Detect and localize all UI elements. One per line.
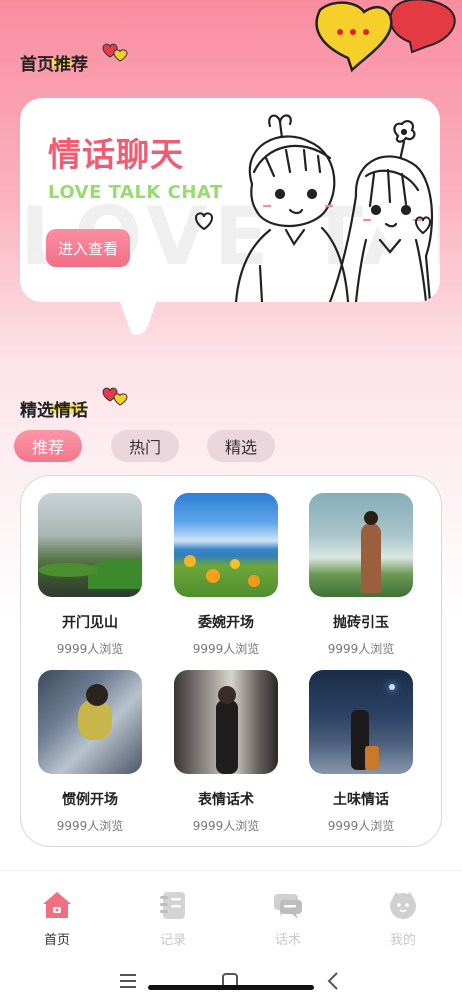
list-item[interactable]: 土味情话 9999人浏览 (306, 670, 416, 834)
content-card: 开门见山 9999人浏览 委婉开场 9999人浏览 抛砖引玉 9999人浏览 惯… (20, 475, 442, 847)
profile-icon (390, 892, 416, 919)
list-item[interactable]: 委婉开场 9999人浏览 (171, 493, 281, 657)
item-views: 9999人浏览 (192, 819, 260, 833)
list-item[interactable]: 开门见山 9999人浏览 (35, 493, 145, 657)
bottom-nav: 首页 记录 话术 我的 (0, 870, 462, 961)
tab-featured[interactable]: 精选 (207, 430, 275, 462)
item-views: 9999人浏览 (56, 642, 124, 656)
item-title: 惯例开场 (62, 792, 118, 808)
system-nav-bar (0, 960, 462, 1000)
nav-home[interactable]: 首页 (27, 889, 87, 948)
nav-chat[interactable]: 话术 (258, 889, 318, 948)
list-item[interactable]: 表情话术 9999人浏览 (171, 670, 281, 834)
item-thumbnail (174, 493, 278, 597)
item-thumbnail (38, 493, 142, 597)
item-views: 9999人浏览 (327, 642, 395, 656)
item-views: 9999人浏览 (192, 642, 260, 656)
mini-hearts-icon (102, 387, 128, 406)
nav-label: 我的 (389, 933, 416, 948)
nav-record[interactable]: 记录 (143, 889, 203, 948)
gesture-bar[interactable] (148, 985, 314, 990)
item-title: 土味情话 (333, 792, 389, 808)
item-title: 表情话术 (198, 792, 254, 808)
small-heart-icon-right (414, 216, 432, 235)
item-title: 委婉开场 (198, 615, 254, 631)
item-title: 抛砖引玉 (333, 615, 389, 631)
tab-hot[interactable]: 热门 (111, 430, 179, 462)
small-heart-icon (194, 212, 214, 231)
nav-label: 首页 (43, 933, 70, 948)
record-icon (160, 892, 185, 919)
banner-subtitle: LOVE TALK CHAT (48, 182, 223, 203)
recent-apps-icon[interactable] (118, 972, 138, 990)
banner-bubble-tail (118, 296, 158, 335)
list-item[interactable]: 惯例开场 9999人浏览 (35, 670, 145, 834)
item-thumbnail (309, 493, 413, 597)
speech-hearts-decoration (315, 0, 456, 73)
couple-illustration (234, 114, 434, 302)
nav-label: 记录 (159, 933, 186, 948)
item-thumbnail (309, 670, 413, 774)
mini-hearts-icon (102, 43, 128, 62)
chat-icon (274, 894, 302, 919)
item-title: 开门见山 (62, 615, 118, 631)
home-icon (43, 892, 71, 918)
banner-title: 情话聊天 (48, 135, 184, 174)
item-views: 9999人浏览 (327, 819, 395, 833)
nav-label: 话术 (274, 933, 301, 948)
section-title: 精选情话 (20, 401, 88, 421)
item-thumbnail (38, 670, 142, 774)
tab-recommend[interactable]: 推荐 (14, 430, 82, 462)
enter-view-button[interactable]: 进入查看 (46, 229, 130, 267)
list-item[interactable]: 抛砖引玉 9999人浏览 (306, 493, 416, 657)
page-title: 首页推荐 (20, 55, 88, 75)
nav-profile[interactable]: 我的 (373, 889, 433, 948)
item-views: 9999人浏览 (56, 819, 124, 833)
item-thumbnail (174, 670, 278, 774)
back-icon[interactable] (324, 971, 342, 991)
